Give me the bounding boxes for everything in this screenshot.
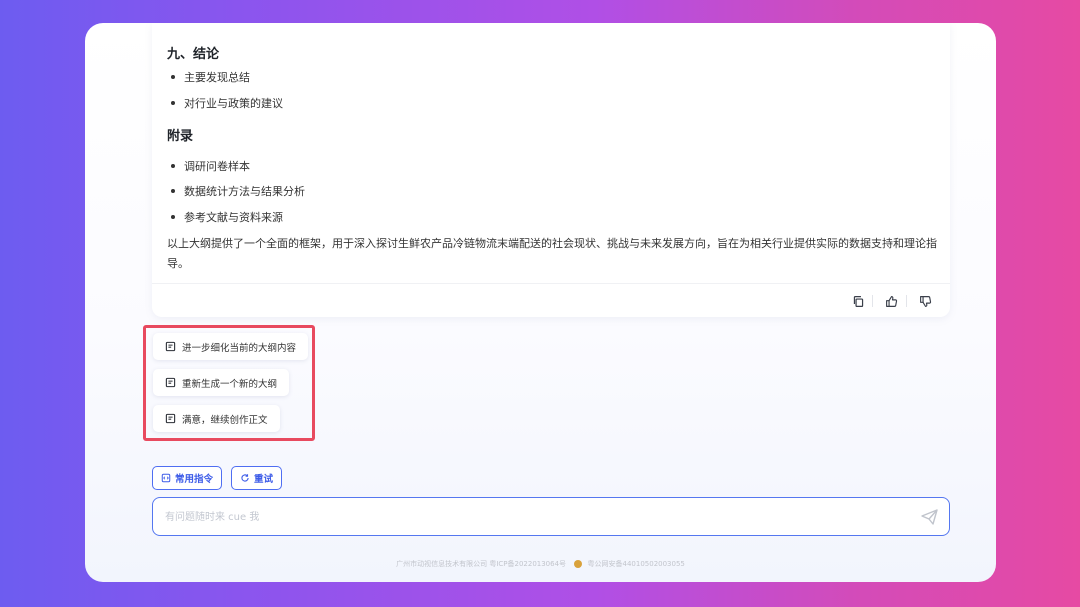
suggestion-refine-outline[interactable]: 进一步细化当前的大纲内容 [153, 333, 309, 360]
footer-company: 广州市动视信息技术有限公司 粤ICP备2022013064号 [396, 560, 567, 568]
list-item: 主要发现总结 [167, 69, 250, 85]
message-icon [165, 377, 176, 388]
copy-icon [852, 295, 865, 308]
suggestion-continue-writing[interactable]: 满意，继续创作正文 [153, 405, 280, 432]
footer-record: 粤公网安备44010502003055 [587, 560, 685, 568]
refresh-icon [240, 473, 254, 483]
send-icon [920, 507, 940, 527]
suggestion-label: 满意，继续创作正文 [182, 414, 268, 426]
footer: 广州市动视信息技术有限公司 粤ICP备2022013064号 粤公网安备4401… [85, 559, 996, 569]
retry-label: 重试 [254, 474, 274, 485]
action-separator [872, 295, 873, 307]
thumbs-down-icon [919, 295, 932, 308]
suggestion-regenerate-outline[interactable]: 重新生成一个新的大纲 [153, 369, 290, 396]
action-separator [906, 295, 907, 307]
thumbs-up-icon [885, 295, 898, 308]
summary-paragraph: 以上大纲提供了一个全面的框架，用于深入探讨生鲜农产品冷链物流末端配送的社会现状、… [167, 237, 937, 270]
common-commands-button[interactable]: 常用指令 [152, 466, 223, 490]
chat-panel: 九、结论 主要发现总结 对行业与政策的建议 附录 调研问卷样本 数据统计方法与结… [85, 23, 996, 582]
section-heading: 九、结论 [167, 47, 220, 62]
list-item: 对行业与政策的建议 [167, 95, 283, 111]
message-icon [165, 341, 176, 352]
retry-button[interactable]: 重试 [231, 466, 283, 490]
like-button[interactable] [881, 291, 901, 311]
section-heading: 附录 [167, 129, 194, 144]
command-icon [161, 473, 175, 483]
common-commands-label: 常用指令 [175, 474, 214, 485]
suggestion-label: 重新生成一个新的大纲 [182, 378, 278, 390]
police-badge-icon [574, 560, 583, 568]
answer-card: 九、结论 主要发现总结 对行业与政策的建议 附录 调研问卷样本 数据统计方法与结… [152, 23, 950, 317]
list-item: 参考文献与资料来源 [167, 209, 283, 225]
suggestion-label: 进一步细化当前的大纲内容 [182, 342, 297, 354]
list-item: 调研问卷样本 [167, 158, 250, 174]
message-icon [165, 413, 176, 424]
dislike-button[interactable] [915, 291, 935, 311]
chat-input-box [152, 497, 950, 536]
list-item: 数据统计方法与结果分析 [167, 183, 305, 199]
chat-input[interactable] [165, 507, 905, 527]
send-button[interactable] [920, 507, 940, 527]
copy-button[interactable] [848, 291, 868, 311]
divider [152, 283, 950, 284]
